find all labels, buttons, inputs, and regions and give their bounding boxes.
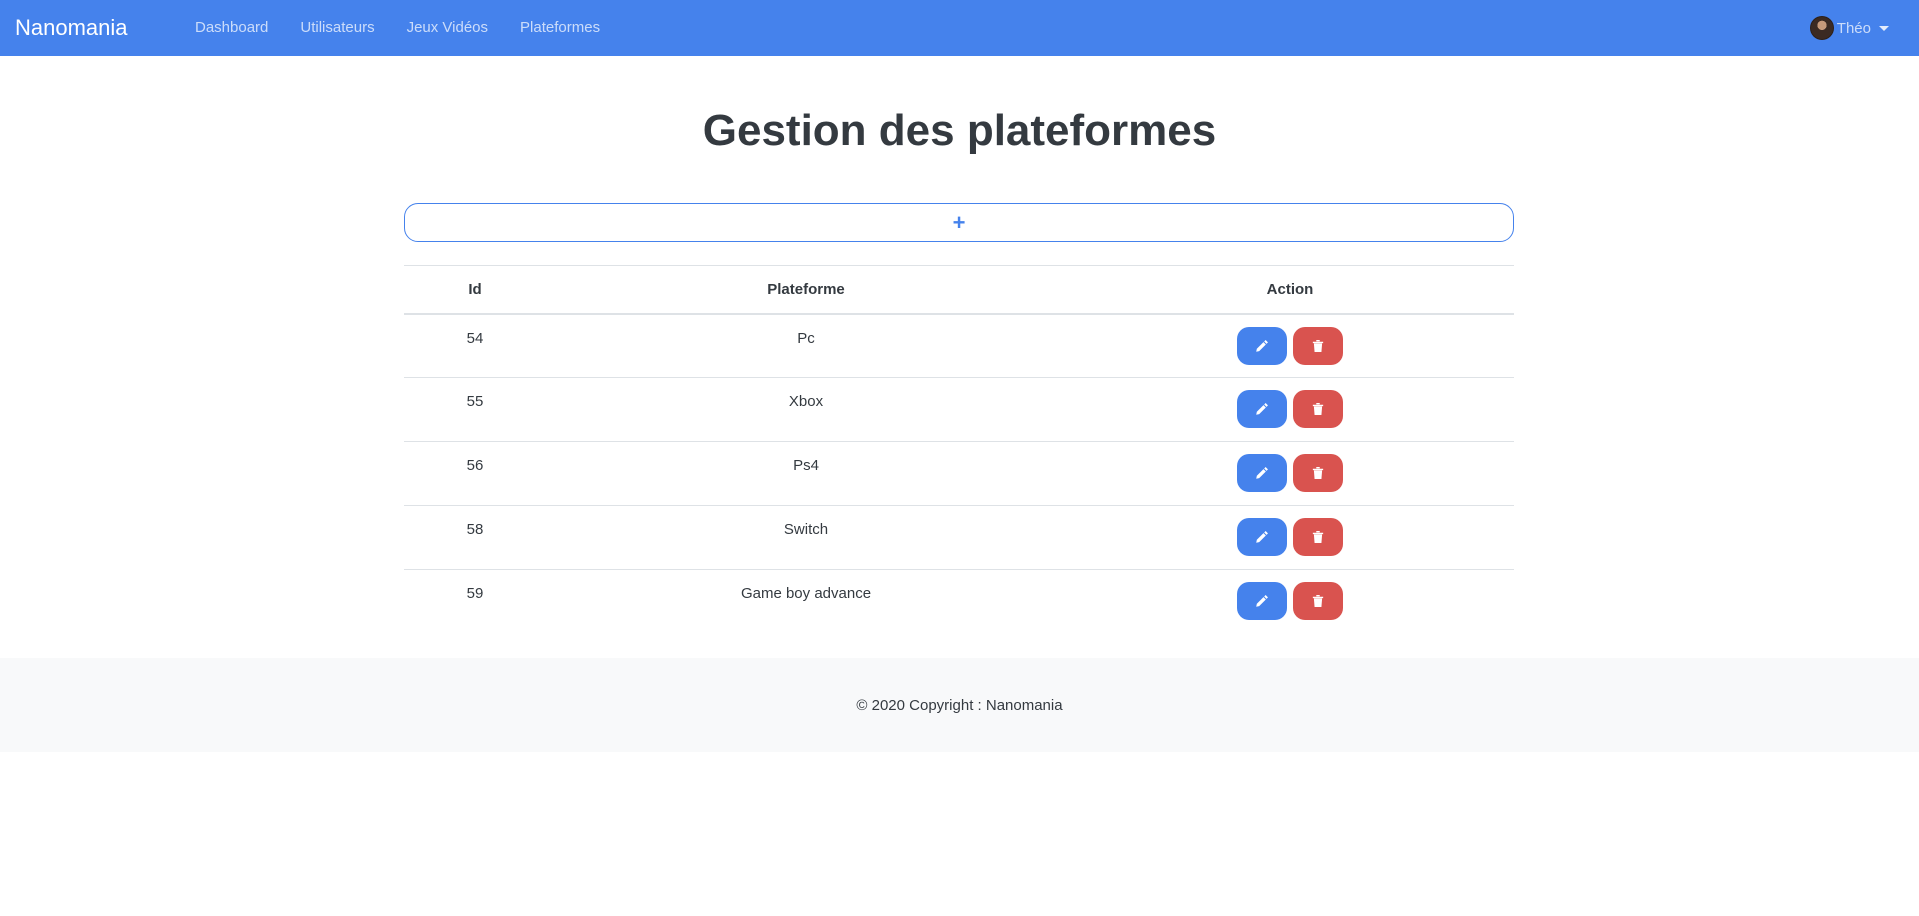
cell-id: 59 [404, 569, 546, 634]
platforms-table: Id Plateforme Action 54 Pc 55 Xbox 56 Ps… [404, 265, 1514, 634]
cell-id: 58 [404, 505, 546, 570]
trash-icon [1312, 595, 1324, 607]
delete-button[interactable] [1293, 518, 1344, 556]
pencil-icon [1256, 403, 1268, 415]
pencil-icon [1256, 467, 1268, 479]
trash-icon [1312, 403, 1324, 415]
delete-button[interactable] [1293, 582, 1344, 620]
footer: © 2020 Copyright : Nanomania [0, 658, 1919, 752]
delete-button[interactable] [1293, 326, 1344, 365]
edit-button[interactable] [1236, 518, 1287, 556]
cell-platform: Switch [546, 505, 1066, 570]
cell-action [1066, 441, 1514, 506]
table-row: 58 Switch [404, 505, 1514, 570]
cell-action [1066, 314, 1514, 378]
navbar: Nanomania Dashboard Utilisateurs Jeux Vi… [0, 0, 1919, 56]
cell-platform: Ps4 [546, 441, 1066, 506]
page-title: Gestion des plateformes [702, 106, 1217, 155]
delete-button[interactable] [1293, 454, 1344, 492]
brand-link[interactable]: Nanomania [15, 14, 128, 42]
caret-down-icon [1879, 26, 1889, 31]
user-name: Théo [1836, 19, 1871, 37]
cell-id: 54 [466, 329, 484, 347]
cell-id: 56 [404, 441, 546, 506]
platforms-table-wrapper: Id Plateforme Action 54 Pc 55 Xbox 56 Ps… [404, 265, 1514, 634]
trash-icon [1312, 467, 1324, 479]
trash-icon [1312, 339, 1324, 352]
trash-icon [1312, 531, 1324, 543]
table-row: 56 Ps4 [404, 441, 1514, 506]
nav-link-plateformes[interactable]: Plateformes [520, 18, 600, 38]
add-platform-button[interactable]: + [404, 203, 1514, 242]
table-row: 59 Game boy advance [404, 569, 1514, 634]
table-header-row: Id Plateforme Action [404, 265, 1514, 315]
pencil-icon [1256, 595, 1268, 607]
cell-id: 55 [404, 377, 546, 442]
header-action: Action [1066, 265, 1514, 315]
pencil-icon [1256, 339, 1268, 352]
edit-button[interactable] [1236, 390, 1287, 428]
header-platform: Plateforme [546, 265, 1066, 315]
cell-action [1066, 505, 1514, 570]
nav-link-dashboard[interactable]: Dashboard [195, 18, 268, 38]
cell-platform: Pc [797, 329, 815, 347]
edit-button[interactable] [1236, 454, 1287, 492]
table-row: 55 Xbox [404, 377, 1514, 442]
pencil-icon [1256, 531, 1268, 543]
cell-platform: Xbox [546, 377, 1066, 442]
cell-action [1066, 377, 1514, 442]
cell-platform: Game boy advance [546, 569, 1066, 634]
nav-link-jeux-videos[interactable]: Jeux Vidéos [407, 18, 488, 38]
edit-button[interactable] [1236, 582, 1287, 620]
cell-action [1066, 569, 1514, 634]
edit-button[interactable] [1236, 326, 1287, 365]
nav-link-utilisateurs[interactable]: Utilisateurs [300, 18, 374, 38]
nav-links: Dashboard Utilisateurs Jeux Vidéos Plate… [179, 18, 616, 38]
copyright-text: © 2020 Copyright : Nanomania [856, 696, 1063, 714]
header-id: Id [404, 265, 546, 315]
table-row: 54 Pc [404, 314, 1514, 378]
user-menu[interactable]: Théo [1809, 16, 1889, 40]
user-avatar [1809, 16, 1834, 40]
delete-button[interactable] [1293, 390, 1344, 428]
